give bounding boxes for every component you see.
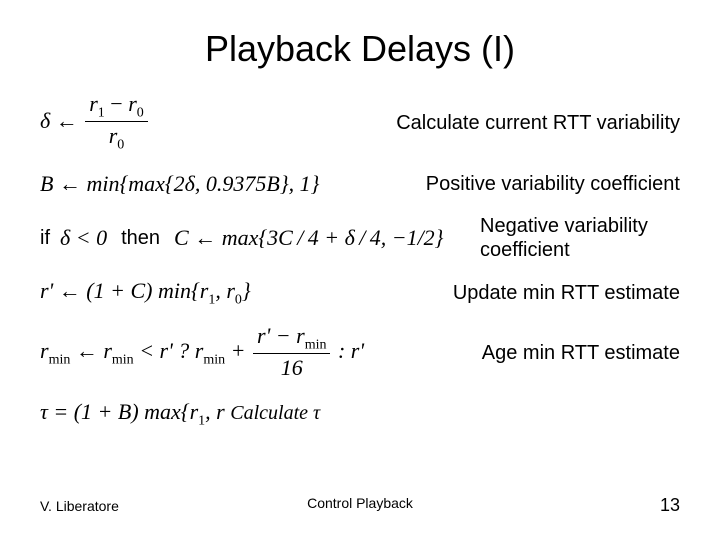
- annotation-tau: Calculate τ: [230, 402, 320, 424]
- row-rmin: rmin ← rmin < r' ? rmin + r' − rmin16 : …: [40, 324, 680, 382]
- annotation-b: Positive variability coefficient: [426, 173, 680, 196]
- formula-rprime: r' ← (1 + C) min{r1, r0}: [40, 278, 251, 308]
- formula-rmin: rmin ← rmin < r' ? rmin + r' − rmin16 : …: [40, 324, 364, 382]
- footer: V. Liberatore Control Playback 13: [40, 495, 680, 516]
- slide-title: Playback Delays (I): [40, 28, 680, 70]
- row-delta: δ ← r1 − r0r0 Calculate current RTT vari…: [40, 92, 680, 154]
- annotation-rprime: Update min RTT estimate: [453, 282, 680, 305]
- formula-b: B ← min{max{2δ, 0.9375B}, 1}: [40, 171, 319, 197]
- row-tau: τ = (1 + B) max{r1, r Calculate τ: [40, 389, 680, 439]
- fraction-icon: r1 − r0r0: [85, 92, 148, 154]
- footer-topic: Control Playback: [40, 495, 680, 511]
- formula-delta: δ ← r1 − r0r0: [40, 92, 150, 154]
- row-b: B ← min{max{2δ, 0.9375B}, 1} Positive va…: [40, 160, 680, 208]
- formula-tau: τ = (1 + B) max{r1, r Calculate τ: [40, 399, 320, 429]
- annotation-delta: Calculate current RTT variability: [396, 112, 680, 135]
- formula-cond: δ < 0: [60, 225, 107, 251]
- fraction-icon: r' − rmin16: [253, 324, 330, 382]
- keyword-if: if: [40, 227, 50, 250]
- row-rprime: r' ← (1 + C) min{r1, r0} Update min RTT …: [40, 268, 680, 318]
- annotation-rmin: Age min RTT estimate: [482, 342, 680, 365]
- annotation-c: Negative variability coefficient: [480, 214, 680, 262]
- keyword-then: then: [121, 227, 160, 250]
- row-c: if δ < 0 then C ← max{3C / 4 + δ / 4, −1…: [40, 214, 680, 262]
- delta-lhs: δ ←: [40, 108, 83, 133]
- formula-c: C ← max{3C / 4 + δ / 4, −1/2}: [174, 225, 443, 251]
- slide: Playback Delays (I) δ ← r1 − r0r0 Calcul…: [0, 0, 720, 540]
